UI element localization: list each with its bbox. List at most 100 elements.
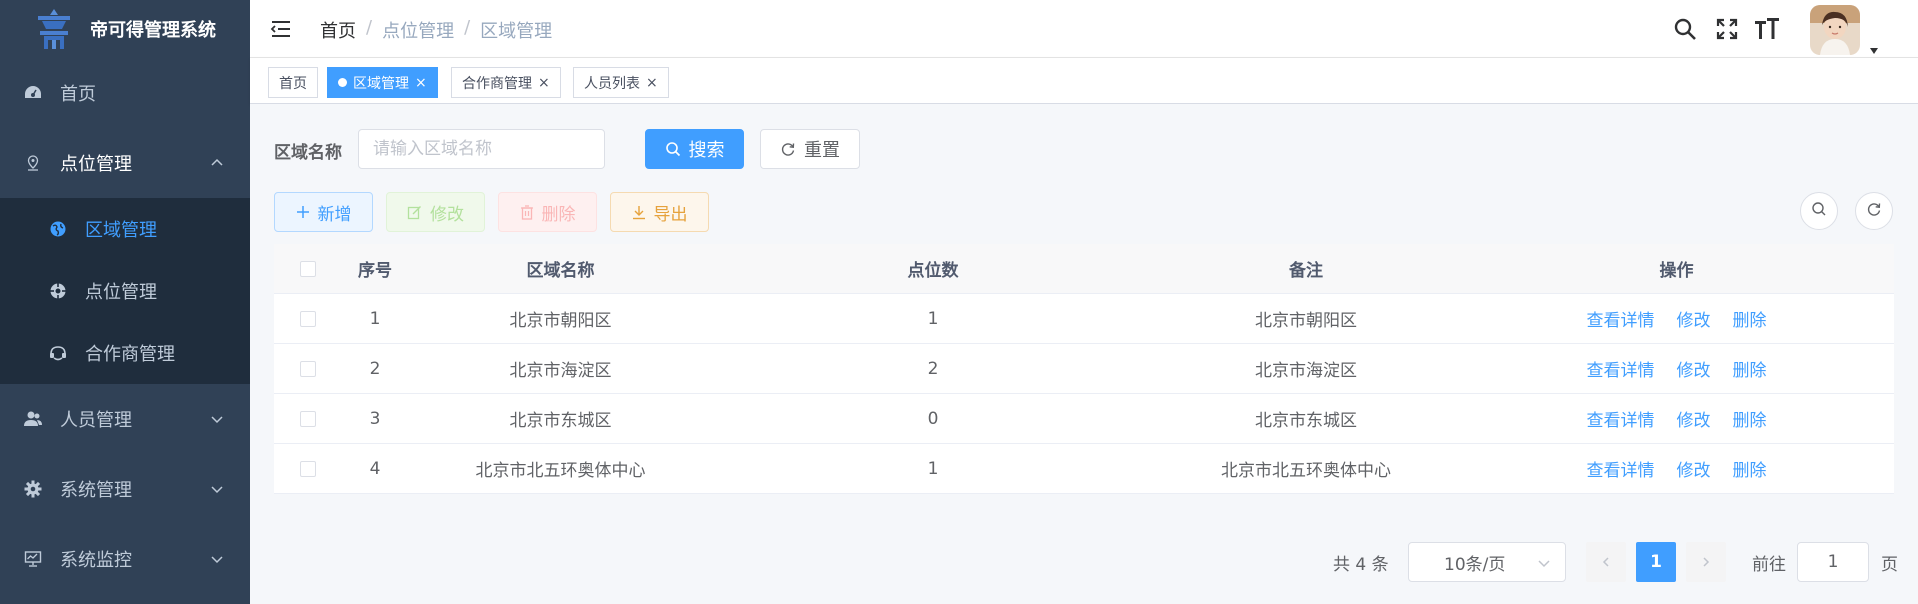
font-size-icon[interactable] bbox=[1754, 16, 1780, 42]
sidebar-item-partner[interactable]: 合作商管理 bbox=[0, 322, 250, 384]
search-icon bbox=[665, 141, 681, 157]
table-row: 1 北京市朝阳区 1 北京市朝阳区 查看详情 修改 删除 bbox=[274, 294, 1894, 344]
edit-link[interactable]: 修改 bbox=[1677, 456, 1711, 481]
row-checkbox[interactable] bbox=[300, 310, 316, 327]
tag-region[interactable]: 区域管理 × bbox=[327, 67, 438, 98]
tags-view: 首页 区域管理 × 合作商管理 × 人员列表 × bbox=[250, 58, 1918, 104]
region-name-label: 区域名称 bbox=[274, 143, 342, 163]
delete-link[interactable]: 删除 bbox=[1733, 306, 1767, 331]
search-icon[interactable] bbox=[1672, 16, 1698, 42]
close-icon[interactable]: × bbox=[415, 75, 427, 91]
tag-staff[interactable]: 人员列表 × bbox=[573, 67, 669, 98]
partner-icon bbox=[47, 342, 69, 364]
hamburger-icon[interactable] bbox=[270, 18, 292, 40]
delete-link[interactable]: 删除 bbox=[1733, 406, 1767, 431]
breadcrumb-item[interactable]: 首页 bbox=[320, 17, 356, 43]
select-all-checkbox[interactable] bbox=[300, 260, 316, 277]
toggle-search-button[interactable] bbox=[1800, 192, 1838, 230]
tag-home[interactable]: 首页 bbox=[268, 67, 318, 98]
caret-down-icon[interactable] bbox=[1869, 40, 1879, 60]
row-note: 北京市朝阳区 bbox=[1255, 311, 1357, 331]
view-detail-link[interactable]: 查看详情 bbox=[1587, 356, 1655, 381]
sidebar: 帝可得管理系统 首页 点位管理 区域管理 点位管理 合作商管理 人员管理 系统管… bbox=[0, 0, 250, 604]
sidebar-item-monitor[interactable]: 系统监控 bbox=[0, 524, 250, 594]
refresh-button[interactable] bbox=[1855, 192, 1893, 230]
breadcrumb-item: 区域管理 bbox=[480, 21, 553, 42]
close-icon[interactable]: × bbox=[538, 75, 550, 91]
page-size-select[interactable]: 10条/页 bbox=[1408, 542, 1566, 582]
reset-button[interactable]: 重置 bbox=[760, 129, 860, 169]
delete-link[interactable]: 删除 bbox=[1733, 356, 1767, 381]
point-icon bbox=[47, 280, 69, 302]
chevron-down-icon bbox=[210, 550, 224, 571]
export-button[interactable]: 导出 bbox=[610, 192, 709, 232]
view-detail-link[interactable]: 查看详情 bbox=[1587, 456, 1655, 481]
delete-button[interactable]: 删除 bbox=[498, 192, 597, 232]
table-header: 序号 区域名称 点位数 备注 操作 bbox=[274, 244, 1894, 294]
sidebar-item-system[interactable]: 系统管理 bbox=[0, 454, 250, 524]
sidebar-item-label: 首页 bbox=[60, 84, 96, 105]
delete-link[interactable]: 删除 bbox=[1733, 456, 1767, 481]
refresh-icon bbox=[780, 141, 796, 157]
pagination-total: 共 4 条 bbox=[1333, 554, 1389, 575]
page-number-button[interactable]: 1 bbox=[1636, 542, 1676, 582]
monitor-icon bbox=[22, 548, 44, 570]
close-icon[interactable]: × bbox=[646, 75, 658, 91]
chevron-down-icon bbox=[210, 410, 224, 431]
row-point-count: 1 bbox=[927, 308, 939, 329]
row-checkbox[interactable] bbox=[300, 410, 316, 427]
sidebar-item-label: 合作商管理 bbox=[85, 344, 175, 365]
region-name-input[interactable] bbox=[358, 129, 605, 169]
add-button[interactable]: 新增 bbox=[274, 192, 373, 232]
sidebar-item-label: 点位管理 bbox=[60, 154, 132, 175]
edit-link[interactable]: 修改 bbox=[1677, 356, 1711, 381]
row-region-name: 北京市北五环奥体中心 bbox=[475, 461, 646, 481]
sidebar-item-label: 点位管理 bbox=[85, 282, 157, 303]
goto-page-input[interactable] bbox=[1797, 542, 1869, 582]
row-point-count: 0 bbox=[927, 408, 939, 429]
row-point-count: 2 bbox=[927, 358, 939, 379]
logo: 帝可得管理系统 bbox=[0, 0, 250, 58]
sidebar-item-label: 系统管理 bbox=[60, 480, 132, 501]
prev-page-button[interactable] bbox=[1586, 542, 1626, 582]
sidebar-item-point[interactable]: 点位管理 bbox=[0, 260, 250, 322]
column-header: 序号 bbox=[358, 261, 392, 281]
avatar[interactable] bbox=[1810, 5, 1860, 55]
users-icon bbox=[22, 408, 44, 430]
download-icon bbox=[632, 205, 646, 220]
fullscreen-icon[interactable] bbox=[1714, 16, 1740, 42]
globe-icon bbox=[47, 218, 69, 240]
row-index: 3 bbox=[369, 408, 381, 429]
column-header: 操作 bbox=[1659, 261, 1694, 281]
chevron-up-icon bbox=[210, 154, 224, 175]
row-note: 北京市北五环奥体中心 bbox=[1221, 461, 1391, 481]
sidebar-item-location[interactable]: 点位管理 bbox=[0, 128, 250, 198]
sidebar-item-staff[interactable]: 人员管理 bbox=[0, 384, 250, 454]
search-button[interactable]: 搜索 bbox=[645, 129, 744, 169]
view-detail-link[interactable]: 查看详情 bbox=[1587, 306, 1655, 331]
breadcrumb: 首页 / 点位管理 / 区域管理 bbox=[320, 17, 553, 43]
refresh-icon bbox=[1866, 201, 1882, 222]
view-detail-link[interactable]: 查看详情 bbox=[1587, 406, 1655, 431]
row-checkbox[interactable] bbox=[300, 460, 316, 477]
tag-label: 合作商管理 bbox=[462, 75, 532, 92]
trash-icon bbox=[520, 204, 534, 220]
active-dot-icon bbox=[338, 78, 347, 87]
chevron-down-icon bbox=[1537, 555, 1551, 575]
edit-link[interactable]: 修改 bbox=[1677, 306, 1711, 331]
row-checkbox[interactable] bbox=[300, 360, 316, 377]
sidebar-item-label: 区域管理 bbox=[85, 220, 157, 241]
navbar: 首页 / 点位管理 / 区域管理 bbox=[250, 0, 1918, 58]
sidebar-item-label: 人员管理 bbox=[60, 410, 132, 431]
tag-partner[interactable]: 合作商管理 × bbox=[451, 67, 561, 98]
edit-icon bbox=[407, 205, 422, 220]
edit-button[interactable]: 修改 bbox=[386, 192, 485, 232]
next-page-button[interactable] bbox=[1686, 542, 1726, 582]
breadcrumb-item: 点位管理 bbox=[382, 21, 455, 42]
sidebar-item-region[interactable]: 区域管理 bbox=[0, 198, 250, 260]
row-index: 4 bbox=[369, 458, 381, 479]
row-region-name: 北京市海淀区 bbox=[509, 361, 612, 381]
plus-icon bbox=[296, 205, 310, 219]
edit-link[interactable]: 修改 bbox=[1677, 406, 1711, 431]
sidebar-item-home[interactable]: 首页 bbox=[0, 58, 250, 128]
